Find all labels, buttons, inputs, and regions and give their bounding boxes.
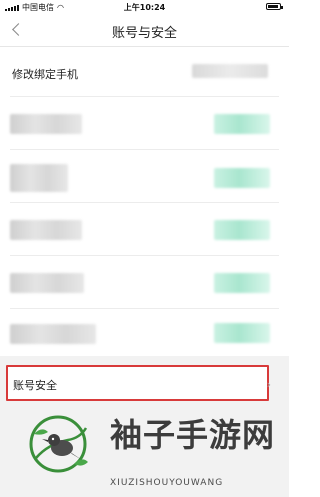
- bird-logo-icon: [29, 415, 88, 473]
- page-title: 账号与安全: [111, 26, 177, 41]
- watermark-title: 袖子手游网: [110, 416, 276, 454]
- nav-bar: 账号与安全: [0, 14, 289, 47]
- watermark: 袖子手游网 XIUZISHOUYOUWANG: [18, 404, 290, 494]
- row-divider: [10, 308, 279, 309]
- redacted-status: [214, 114, 270, 134]
- row-divider: [10, 149, 279, 150]
- watermark-subtitle: XIUZISHOUYOUWANG: [110, 478, 224, 488]
- redacted-label: [10, 114, 82, 134]
- redacted-row[interactable]: [0, 204, 289, 256]
- account-security-row[interactable]: 账号安全 ›: [6, 365, 271, 401]
- redacted-status: [214, 168, 270, 188]
- chevron-right-icon: ›: [266, 378, 271, 391]
- row-divider: [10, 96, 279, 97]
- redacted-row[interactable]: [0, 151, 289, 203]
- battery-icon: [266, 3, 283, 10]
- status-bar: 中国电信 ◠ 上午10:24: [0, 0, 289, 14]
- redacted-row[interactable]: [0, 98, 289, 150]
- redacted-phone-value: [192, 64, 268, 78]
- redacted-status: [214, 273, 270, 293]
- redacted-label: [10, 324, 96, 344]
- modify-phone-row[interactable]: 修改绑定手机: [0, 47, 289, 97]
- redacted-row[interactable]: [0, 257, 289, 309]
- redacted-status: [214, 323, 270, 343]
- modify-phone-label: 修改绑定手机: [12, 68, 78, 81]
- redacted-row[interactable]: [0, 310, 289, 356]
- row-divider: [10, 255, 279, 256]
- row-divider: [10, 202, 279, 203]
- account-security-label: 账号安全: [13, 379, 57, 392]
- redacted-label: [10, 220, 82, 240]
- redacted-label: [10, 164, 68, 192]
- redacted-status: [214, 220, 270, 240]
- redacted-label: [10, 273, 84, 293]
- status-time: 上午10:24: [123, 3, 166, 12]
